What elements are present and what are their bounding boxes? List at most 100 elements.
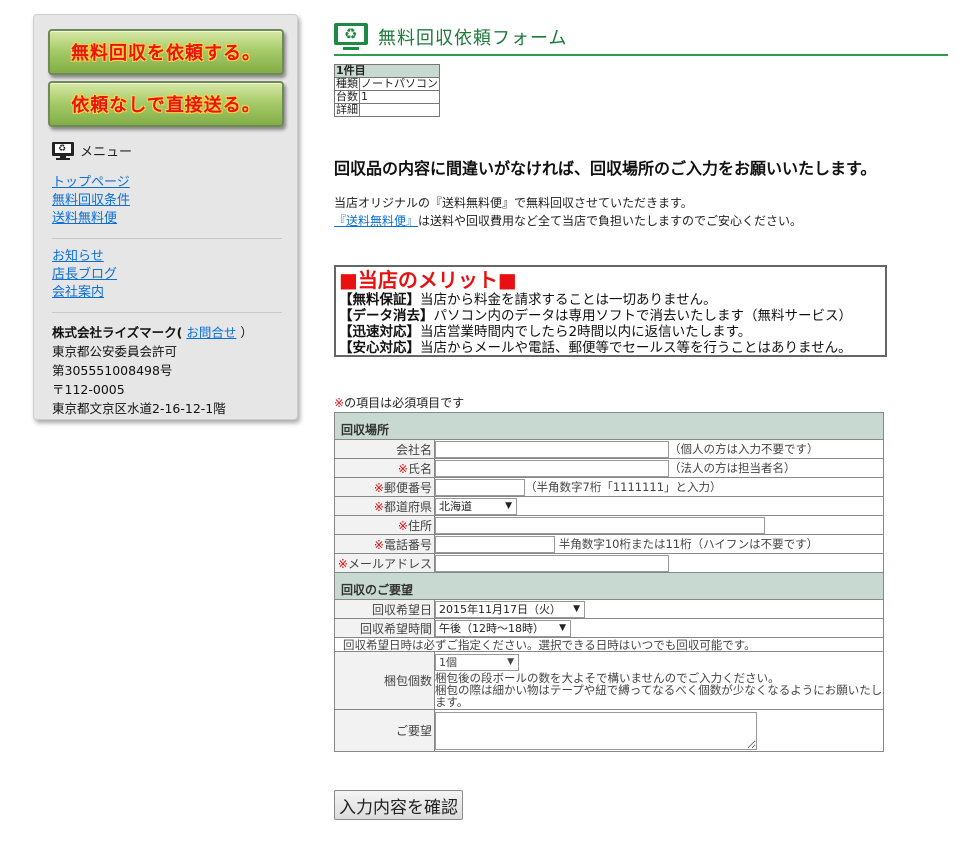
phone-input[interactable] (435, 535, 555, 553)
recycle-monitor-icon: ♻ (334, 23, 368, 51)
form-row-pref: ※都道府県 北海道 ▼ (334, 496, 884, 516)
box-count-select[interactable]: 1個 ▼ (435, 653, 519, 671)
form-row-company: 会社名 （個人の方は入力不要です） (334, 439, 884, 459)
license-number: 第305551008498号 (52, 363, 173, 378)
nav-link-conditions[interactable]: 無料回収条件 (52, 192, 130, 210)
zip-hint: （半角数字7桁「1111111」と入力） (525, 479, 722, 494)
pickup-form: 回収場所 会社名 （個人の方は入力不要です） ※氏名 （法人の方は担当者名） ※… (334, 412, 884, 752)
zip-code: 〒112-0005 (52, 382, 125, 397)
secondary-nav: お知らせ 店長ブログ 会社案内 (52, 248, 117, 302)
name-input[interactable] (435, 459, 669, 477)
company-name: 株式会社ライズマーク( (52, 325, 183, 340)
merit-text: 当店営業時間内でしたら2時間以内に返信いたします。 (420, 324, 752, 340)
form-row-boxes: 梱包個数 1個 ▼ 梱包後の段ボールの数を大よそで構いませんのでご入力ください。 … (334, 651, 884, 710)
chevron-down-icon: ▼ (507, 656, 514, 667)
form-row-zip: ※郵便番号 （半角数字7桁「1111111」と入力） (334, 477, 884, 497)
address: 東京都文京区水道2-16-12-1階 (52, 401, 226, 416)
merit-text: パソコン内のデータは専用ソフトで消去いたします（無料サービス） (433, 308, 853, 324)
confirm-message: 回収品の内容に間違いがなければ、回収場所のご入力をお願いいたします。 (334, 159, 877, 178)
item-header: 1件目 (334, 64, 440, 78)
page-title: 無料回収依頼フォーム (378, 28, 568, 49)
required-mark: ※ (397, 461, 408, 476)
merit-item: 【迅速対応】当店営業時間内でしたら2時間以内に返信いたします。 (339, 324, 882, 340)
time-label: 回収希望時間 (334, 618, 435, 638)
primary-nav: トップページ 無料回収条件 送料無料便 (52, 174, 130, 228)
email-input[interactable] (435, 554, 669, 572)
chevron-down-icon: ▼ (505, 500, 512, 511)
form-row-date: 回収希望日 2015年11月17日（火） ▼ (334, 599, 884, 619)
name-hint: （法人の方は担当者名） (669, 460, 796, 475)
pref-label: ※都道府県 (334, 496, 435, 516)
box-note-2: 梱包の際は細かい物はテープや紐で縛ってなるべく個数が少なくなるようにお願いたしま… (435, 682, 883, 709)
section-wish-heading: 回収のご要望 (334, 572, 884, 600)
merit-item: 【データ消去】パソコン内のデータは専用ソフトで消去いたします（無料サービス） (339, 308, 882, 324)
form-row-request: ご要望 (334, 709, 884, 752)
company-info: 株式会社ライズマーク( お問合せ ） 東京都公安委員会許可 第305551008… (52, 323, 253, 418)
form-row-date-note: 回収希望日時は必ずご指定ください。選択できる日時はいつでも回収可能です。 (334, 637, 884, 652)
divider (52, 238, 282, 239)
required-mark: ※ (373, 480, 384, 495)
nav-link-blog[interactable]: 店長ブログ (52, 266, 117, 284)
date-select[interactable]: 2015年11月17日（火） ▼ (435, 600, 585, 618)
form-row-address: ※住所 (334, 515, 884, 535)
nav-link-news[interactable]: お知らせ (52, 248, 117, 266)
required-mark: ※ (373, 537, 384, 552)
time-select[interactable]: 午後（12時～18時） ▼ (435, 619, 571, 637)
chevron-down-icon: ▼ (573, 603, 580, 614)
form-row-phone: ※電話番号 半角数字10桁または11桁（ハイフンは不要です） (334, 534, 884, 554)
address-input[interactable] (435, 516, 765, 534)
title-bar: ♻ 無料回収依頼フォーム (334, 20, 948, 56)
table-row: 種類 ノートパソコン (334, 77, 440, 91)
form-row-email: ※メールアドレス (334, 553, 884, 573)
prefecture-select[interactable]: 北海道 ▼ (435, 497, 517, 515)
request-free-pickup-button[interactable]: 無料回収を依頼する。 (48, 29, 284, 75)
nav-link-free-shipping[interactable]: 送料無料便 (52, 210, 130, 228)
shipping-notice: 当店オリジナルの『送料無料便』で無料回収させていただきます。 『送料無料便』は送… (334, 194, 802, 230)
contact-link[interactable]: お問合せ (186, 325, 236, 340)
date-label: 回収希望日 (334, 599, 435, 619)
zip-label: ※郵便番号 (334, 477, 435, 497)
phone-hint: 半角数字10桁または11桁（ハイフンは不要です） (558, 536, 819, 551)
required-note-text: の項目は必須項目です (344, 396, 465, 410)
send-directly-button[interactable]: 依頼なしで直接送る。 (48, 81, 284, 127)
chevron-down-icon: ▼ (559, 622, 566, 633)
confirm-submit-button[interactable]: 入力内容を確認 (334, 790, 463, 820)
form-row-time: 回収希望時間 午後（12時～18時） ▼ (334, 618, 884, 638)
required-mark: ※ (334, 396, 345, 410)
item-label: 種類 (334, 77, 360, 91)
company-label: 会社名 (334, 439, 435, 459)
sidebar: 無料回収を依頼する。 依頼なしで直接送る。 ♻ メニュー トップページ 無料回収… (33, 14, 298, 420)
monitor-icon: ♻ (52, 141, 74, 160)
menu-heading: ♻ メニュー (52, 141, 132, 160)
merit-tag: 【迅速対応】 (339, 324, 420, 340)
free-shipping-link[interactable]: 『送料無料便』 (334, 214, 418, 228)
table-row: 台数 1 (334, 90, 440, 104)
nav-link-top[interactable]: トップページ (52, 174, 130, 192)
merit-tag: 【無料保証】 (339, 292, 420, 308)
item-label: 詳細 (334, 103, 360, 117)
email-label: ※メールアドレス (334, 553, 435, 573)
notice-line-2: は送料や回収費用など全て当店で負担いたしますのでご安心ください。 (418, 214, 803, 228)
merit-tag: 【安心対応】 (339, 340, 420, 356)
required-mark: ※ (397, 518, 408, 533)
nav-link-company[interactable]: 会社案内 (52, 284, 117, 302)
merit-tag: 【データ消去】 (339, 308, 434, 324)
item-value: 1 (359, 90, 440, 104)
company-hint: （個人の方は入力不要です） (669, 441, 819, 456)
merit-text: 当店からメールや電話、郵便等でセールス等を行うことはありません。 (420, 340, 852, 356)
item-value (359, 103, 440, 117)
name-label: ※氏名 (334, 458, 435, 478)
date-note: 回収希望日時は必ずご指定ください。選択できる日時はいつでも回収可能です。 (334, 637, 884, 652)
company-input[interactable] (435, 440, 669, 458)
request-textarea[interactable] (435, 711, 757, 750)
box-note-1: 梱包後の段ボールの数を大よそで構いませんのでご入力ください。 (435, 670, 780, 685)
divider (52, 312, 282, 313)
notice-line-1: 当店オリジナルの『送料無料便』で無料回収させていただきます。 (334, 196, 693, 210)
merit-box: ■当店のメリット■ 【無料保証】当店から料金を請求することは一切ありません。 【… (334, 265, 887, 357)
required-mark: ※ (337, 556, 348, 571)
required-mark: ※ (373, 499, 384, 514)
merit-title: ■当店のメリット■ (339, 268, 517, 292)
section-place-heading: 回収場所 (334, 412, 884, 440)
zip-input[interactable] (435, 478, 525, 496)
phone-label: ※電話番号 (334, 534, 435, 554)
